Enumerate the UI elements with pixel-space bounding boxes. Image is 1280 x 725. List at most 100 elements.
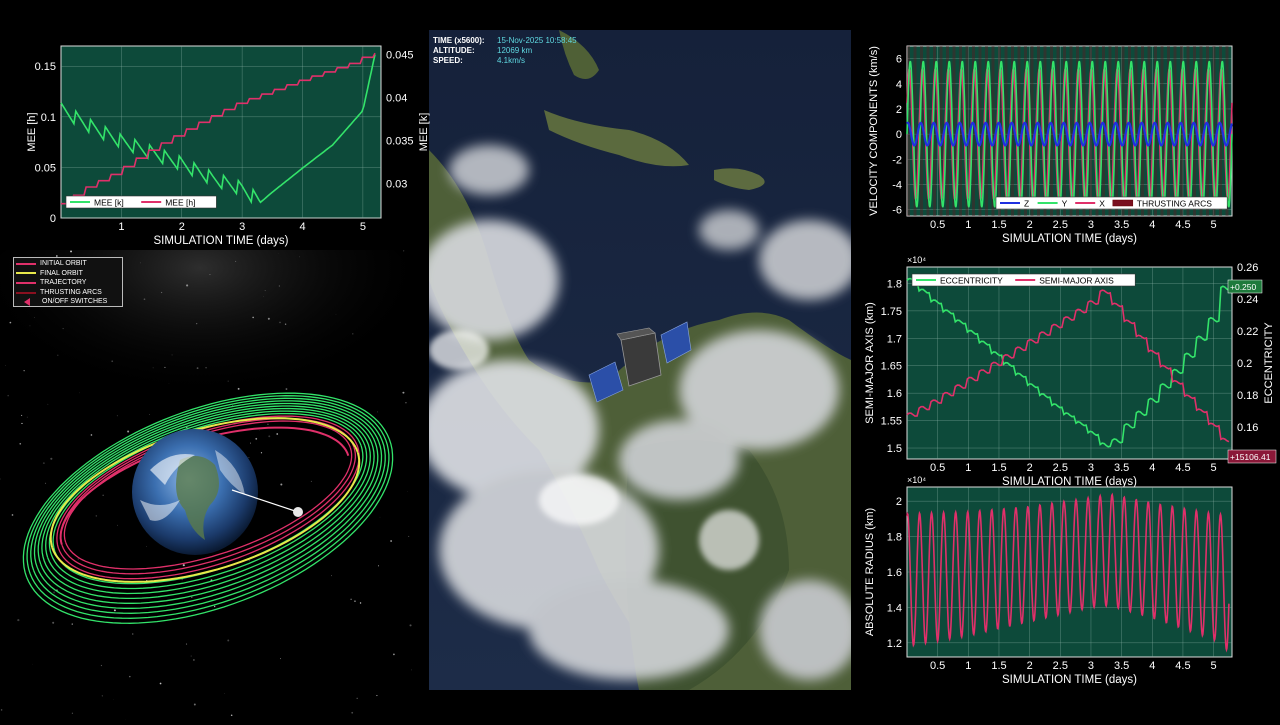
star bbox=[10, 322, 12, 324]
star bbox=[53, 591, 55, 593]
sma-chart[interactable]: 0.511.522.533.544.551.51.551.61.651.71.7… bbox=[864, 255, 1276, 488]
x-tick-label: 5 bbox=[1211, 660, 1217, 672]
star bbox=[161, 292, 162, 293]
svg-text:+15106.41: +15106.41 bbox=[1230, 452, 1271, 462]
star bbox=[102, 495, 103, 496]
series-velocity-y bbox=[907, 61, 1232, 207]
star bbox=[205, 367, 206, 368]
legend-label: THRUSTING ARCS bbox=[1137, 199, 1212, 209]
spacecraft-marker[interactable] bbox=[293, 507, 303, 517]
star bbox=[72, 623, 73, 624]
y-tick-label: -2 bbox=[892, 154, 902, 166]
y-axis-label: MEE [h] bbox=[26, 112, 38, 151]
velocity-chart[interactable]: 0.511.522.533.544.55-6-4-20246SIMULATION… bbox=[868, 46, 1232, 245]
star bbox=[263, 296, 264, 297]
x-tick-label: 2 bbox=[1027, 462, 1033, 474]
star bbox=[403, 250, 404, 251]
y-tick-label: 1.5 bbox=[887, 443, 902, 455]
legend-swatch bbox=[16, 263, 36, 265]
speed-label: SPEED: bbox=[433, 56, 497, 66]
orbit-3d-view[interactable]: INITIAL ORBITFINAL ORBITTRAJECTORYTHRUST… bbox=[0, 250, 425, 720]
y2-tick-label: 0.2 bbox=[1237, 358, 1252, 370]
earth-camera-view[interactable]: TIME (x5600):15-Nov-2025 10:58:45 ALTITU… bbox=[429, 30, 851, 690]
x-tick-label: 1 bbox=[965, 660, 971, 672]
legend-label: X bbox=[1099, 199, 1105, 209]
legend-item-4: ON/OFF SWITCHES bbox=[16, 297, 120, 307]
y2-tick-label: 0.03 bbox=[386, 179, 407, 191]
legend-swatch bbox=[24, 298, 30, 306]
y2-tick-label: 0.16 bbox=[1237, 422, 1258, 434]
telemetry-hud: TIME (x5600):15-Nov-2025 10:58:45 ALTITU… bbox=[433, 36, 577, 66]
thrust-arc-band bbox=[1018, 46, 1021, 216]
x-tick-label: 4 bbox=[1149, 462, 1155, 474]
star bbox=[111, 360, 113, 362]
star bbox=[127, 431, 129, 433]
star bbox=[78, 559, 79, 560]
star bbox=[227, 639, 229, 641]
star bbox=[402, 392, 404, 394]
x-tick-label: 1.5 bbox=[991, 462, 1006, 474]
orbit-legend: INITIAL ORBITFINAL ORBITTRAJECTORYTHRUST… bbox=[13, 257, 123, 307]
velocity-plot-area bbox=[907, 46, 1232, 216]
mee-chart[interactable]: 1234500.050.10.15SIMULATION TIME (days)M… bbox=[26, 46, 430, 247]
star bbox=[249, 560, 250, 561]
x-axis-label: SIMULATION TIME (days) bbox=[1002, 476, 1137, 488]
legend-label: Z bbox=[1024, 199, 1029, 209]
star bbox=[45, 483, 46, 484]
x-axis-label: SIMULATION TIME (days) bbox=[1002, 233, 1137, 245]
star bbox=[376, 695, 377, 696]
star bbox=[357, 698, 358, 699]
star bbox=[43, 462, 45, 464]
star bbox=[405, 402, 406, 403]
star bbox=[228, 381, 229, 382]
thrust-arc-band bbox=[1226, 46, 1229, 216]
thrust-arc-band bbox=[1161, 46, 1164, 216]
thrust-arc-band bbox=[985, 46, 988, 216]
x-tick-label: 3.5 bbox=[1114, 660, 1129, 672]
thrust-arc-band bbox=[1187, 46, 1190, 216]
thrust-arc-band bbox=[979, 46, 982, 216]
star bbox=[350, 599, 351, 600]
chart-legend: MEE [k]MEE [h] bbox=[66, 196, 216, 208]
star bbox=[265, 290, 266, 291]
x-tick-label: 5 bbox=[1211, 219, 1217, 231]
star bbox=[52, 622, 54, 624]
star bbox=[210, 274, 211, 275]
y-tick-label: 1.8 bbox=[887, 278, 902, 290]
y-tick-label: 1.7 bbox=[887, 333, 902, 345]
star bbox=[238, 388, 240, 390]
star bbox=[27, 417, 28, 418]
legend-swatch bbox=[1113, 200, 1133, 206]
star bbox=[164, 367, 165, 368]
star bbox=[235, 261, 236, 262]
star bbox=[380, 517, 381, 518]
legend-box bbox=[912, 274, 1135, 286]
thrust-arc-band bbox=[1200, 46, 1203, 216]
star bbox=[352, 333, 353, 334]
thrust-arc-band bbox=[1206, 46, 1209, 216]
star bbox=[129, 676, 130, 677]
star bbox=[91, 434, 93, 436]
star bbox=[191, 655, 192, 656]
thrust-arc-band bbox=[940, 46, 943, 216]
radius-chart[interactable]: 0.511.522.533.544.551.21.41.61.82SIMULAT… bbox=[864, 475, 1232, 686]
thrust-arc-band bbox=[1154, 46, 1157, 216]
y-exponent: ×10⁴ bbox=[907, 475, 926, 485]
star bbox=[17, 619, 19, 621]
legend-item-3: THRUSTING ARCS bbox=[16, 288, 120, 298]
thrust-arc-band bbox=[1057, 46, 1060, 216]
thrust-arc-band bbox=[1076, 46, 1079, 216]
star bbox=[311, 481, 312, 482]
y-axis-label: SEMI-MAJOR AXIS (km) bbox=[864, 302, 876, 424]
star bbox=[267, 424, 268, 425]
y-tick-label: 1.6 bbox=[887, 567, 902, 579]
legend-label: MEE [k] bbox=[94, 198, 124, 208]
y2-tick-label: 0.18 bbox=[1237, 390, 1258, 402]
x-axis-label: SIMULATION TIME (days) bbox=[153, 235, 288, 247]
legend-item-2: TRAJECTORY bbox=[16, 278, 120, 288]
star bbox=[276, 433, 278, 435]
star bbox=[63, 328, 64, 329]
y-tick-label: 1.65 bbox=[881, 361, 902, 373]
legend-label: INITIAL ORBIT bbox=[40, 259, 87, 269]
star bbox=[57, 355, 58, 356]
